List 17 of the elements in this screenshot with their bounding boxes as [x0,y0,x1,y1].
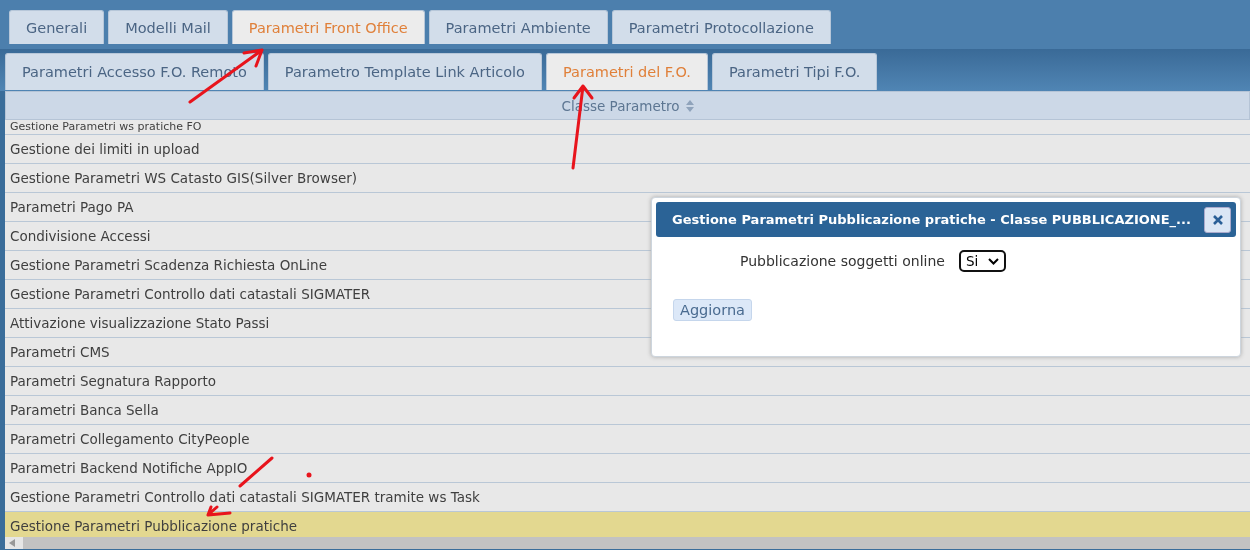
dropdown[interactable]: Si [958,250,1007,272]
field-label: Pubblicazione soggetti online [740,253,945,269]
chevron-down-icon [988,257,1000,265]
sort-icon [685,99,694,112]
tab[interactable]: Parametri Tipi F.O. [711,53,878,90]
scroll-left-icon[interactable] [9,539,15,547]
tab[interactable]: Modelli Mail [108,10,228,44]
table-row[interactable]: Gestione Parametri ws pratiche FO [5,120,1250,135]
tab[interactable]: Parametro Template Link Articolo [267,53,542,90]
tab[interactable]: Generali [9,10,105,44]
annotation-dot [306,472,312,478]
close-icon [1212,214,1223,225]
tab[interactable]: Parametri Protocollazione [611,10,831,44]
update-button[interactable]: Aggiorna [673,299,752,321]
close-button[interactable] [1204,206,1231,233]
table-row[interactable]: Gestione Parametri Pubblicazione pratiche [5,512,1250,537]
tab[interactable]: Parametri Ambiente [428,10,608,44]
